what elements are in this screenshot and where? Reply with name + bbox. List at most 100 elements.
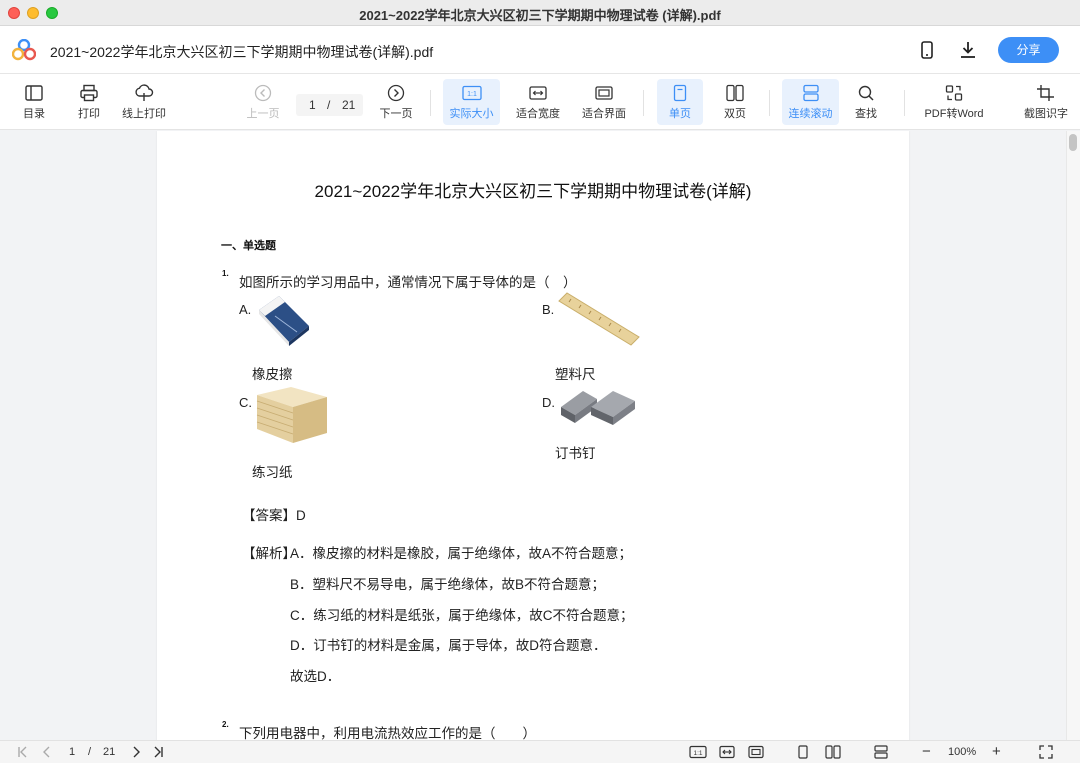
analysis-line: C．练习纸的材料是纸张，属于绝缘体，故C不符合题意；: [290, 608, 634, 623]
continuous-scroll-button[interactable]: 连续滚动: [782, 79, 839, 125]
fit-width-button[interactable]: 适合宽度: [512, 79, 564, 125]
chevron-right-circle-icon: [387, 84, 405, 102]
option-d-caption: 订书钉: [555, 446, 596, 461]
total-pages: 21: [342, 98, 356, 112]
vertical-scrollbar[interactable]: [1066, 131, 1080, 740]
toolbar: 目录 打印 线上打印 上一页 1 / 21 下一页 1:1 实际大小 适合宽度 …: [0, 74, 1080, 130]
page-separator: /: [327, 98, 331, 112]
answer-text: 【答案】D: [242, 508, 306, 523]
toc-icon: [25, 85, 43, 101]
prev-page-label: 上一页: [246, 108, 280, 120]
fit-window-label: 适合界面: [582, 108, 626, 120]
single-page-icon[interactable]: [796, 745, 810, 759]
question-2-number: 2.: [222, 720, 229, 729]
ruler-image: [558, 292, 640, 346]
find-button[interactable]: 查找: [846, 79, 886, 125]
zoom-level: 100%: [948, 746, 977, 758]
last-page-icon[interactable]: [151, 745, 165, 759]
download-icon[interactable]: [958, 40, 978, 60]
ocr-label: 截图识字: [1024, 108, 1068, 120]
pdf-to-word-icon: [945, 85, 963, 101]
toc-button[interactable]: 目录: [14, 79, 54, 125]
option-b-letter: B.: [542, 302, 555, 317]
double-page-button[interactable]: 双页: [713, 79, 757, 125]
question-2-text: 下列用电器中，利用电流热效应工作的是（ ）: [239, 726, 536, 740]
status-current-page[interactable]: 1: [69, 746, 75, 758]
actual-size-icon: 1:1: [461, 85, 482, 101]
continuous-scroll-icon[interactable]: [873, 745, 889, 759]
prev-page-icon[interactable]: [40, 745, 54, 759]
phone-icon[interactable]: [917, 40, 937, 60]
analysis-label: 【解析】: [242, 546, 296, 561]
toolbar-divider: [643, 90, 644, 116]
crop-icon: [1037, 85, 1054, 101]
first-page-icon[interactable]: [16, 745, 30, 759]
window-title: 2021~2022学年北京大兴区初三下学期期中物理试卷 (详解).pdf: [359, 8, 721, 23]
status-total-pages: 21: [103, 746, 116, 758]
actual-size-glyph: 1:1: [467, 91, 477, 98]
toolbar-divider: [904, 90, 905, 116]
status-page-separator: /: [88, 746, 92, 758]
question-1-text: 如图所示的学习用品中，通常情况下属于导体的是（ ）: [239, 275, 577, 290]
status-actual-size-glyph: 1:1: [693, 750, 702, 757]
analysis-conclusion: 故选D．: [290, 669, 341, 684]
double-page-icon: [726, 84, 744, 102]
next-page-icon[interactable]: [129, 745, 143, 759]
cloud-print-icon: [135, 84, 154, 101]
online-print-button[interactable]: 线上打印: [118, 79, 170, 125]
prev-page-button[interactable]: 上一页: [243, 79, 283, 125]
page-number-input[interactable]: 1 / 21: [296, 94, 363, 116]
analysis-line: D．订书钉的材料是金属，属于导体，故D符合题意．: [290, 638, 607, 653]
document-viewport[interactable]: 2021~2022学年北京大兴区初三下学期期中物理试卷(详解) 一、单选题 1.…: [0, 131, 1080, 740]
continuous-scroll-label: 连续滚动: [788, 108, 833, 120]
question-1-number: 1.: [222, 269, 229, 278]
print-button[interactable]: 打印: [69, 79, 109, 125]
printer-icon: [80, 84, 98, 102]
actual-size-button[interactable]: 1:1 实际大小: [443, 79, 500, 125]
single-page-button[interactable]: 单页: [657, 79, 703, 125]
staples-image: [561, 391, 635, 425]
fullscreen-icon[interactable]: [1039, 745, 1053, 759]
paper-stack-image: [256, 387, 327, 443]
fit-window-icon: [595, 86, 613, 100]
single-page-label: 单页: [669, 108, 691, 120]
option-a-letter: A.: [239, 302, 252, 317]
toc-label: 目录: [23, 108, 45, 120]
double-page-icon[interactable]: [825, 745, 841, 759]
scrollbar-thumb[interactable]: [1069, 134, 1077, 151]
zoom-out-button[interactable]: −: [922, 743, 931, 760]
fit-window-button[interactable]: 适合界面: [578, 79, 630, 125]
analysis-line: A．橡皮擦的材料是橡胶，属于绝缘体，故A不符合题意；: [290, 546, 633, 561]
continuous-scroll-icon: [802, 84, 819, 102]
option-d-letter: D.: [542, 395, 555, 410]
actual-size-icon[interactable]: 1:1: [689, 745, 707, 759]
fit-window-icon[interactable]: [748, 745, 764, 759]
toolbar-divider: [769, 90, 770, 116]
single-page-icon: [673, 84, 687, 102]
analysis-line: B．塑料尺不易导电，属于绝缘体，故B不符合题意；: [290, 577, 606, 592]
option-b-caption: 塑料尺: [555, 367, 596, 382]
double-page-label: 双页: [724, 108, 746, 120]
eraser-image: [259, 296, 309, 346]
window-titlebar: 2021~2022学年北京大兴区初三下学期期中物理试卷 (详解).pdf: [0, 0, 1080, 26]
document-title: 2021~2022学年北京大兴区初三下学期期中物理试卷(详解): [314, 182, 752, 201]
pdf-page: 2021~2022学年北京大兴区初三下学期期中物理试卷(详解) 一、单选题 1.…: [157, 131, 909, 740]
zoom-in-button[interactable]: +: [992, 743, 1001, 760]
document-name: 2021~2022学年北京大兴区初三下学期期中物理试卷(详解).pdf: [50, 44, 434, 60]
share-button[interactable]: 分享: [998, 37, 1059, 63]
next-page-button[interactable]: 下一页: [376, 79, 416, 125]
actual-size-label: 实际大小: [449, 108, 494, 120]
chevron-left-circle-icon: [254, 84, 272, 102]
print-label: 打印: [78, 108, 100, 120]
pdf-to-word-button[interactable]: PDF转Word: [918, 79, 990, 125]
option-c-caption: 练习纸: [252, 465, 293, 480]
section-heading: 一、单选题: [221, 240, 276, 252]
fit-width-icon: [529, 86, 547, 100]
ocr-button[interactable]: 截图识字: [1019, 79, 1073, 125]
status-bar: 1 / 21 1:1 − 100% +: [0, 740, 1080, 763]
option-c-letter: C.: [239, 395, 252, 410]
option-a-caption: 橡皮擦: [252, 367, 293, 382]
pdf-to-word-label: PDF转Word: [924, 108, 984, 120]
find-label: 查找: [855, 108, 877, 120]
fit-width-icon[interactable]: [719, 745, 735, 759]
